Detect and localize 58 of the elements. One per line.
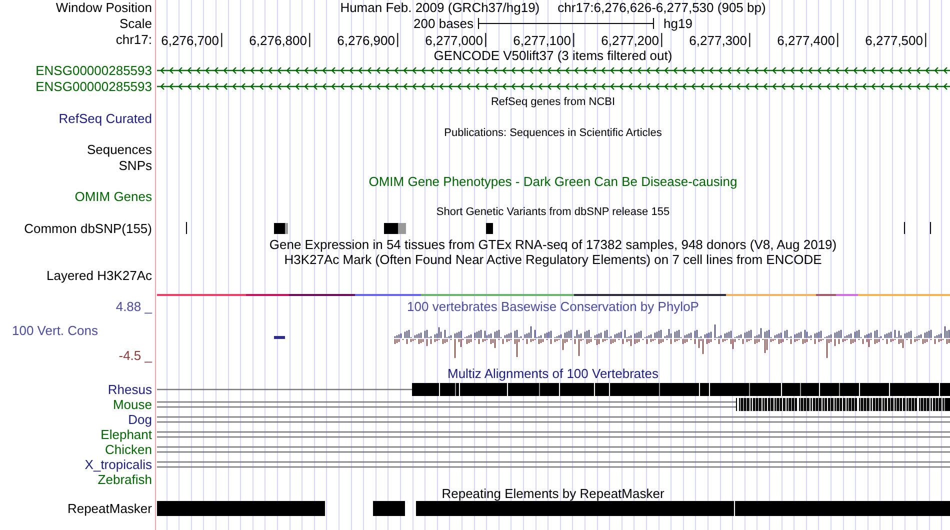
track-label[interactable]: Chicken xyxy=(105,442,152,456)
ruler-label: 6,277,400 xyxy=(777,32,835,48)
track-title: OMIM Gene Phenotypes - Dark Green Can Be Disease-causing xyxy=(368,174,738,189)
track-label[interactable]: Layered H3K27Ac xyxy=(46,268,152,283)
track-label[interactable]: Scale xyxy=(119,16,152,32)
tick-mark xyxy=(661,33,662,47)
track-label[interactable]: Window Position xyxy=(56,0,152,16)
gene-drawing[interactable] xyxy=(156,83,950,90)
track-label[interactable]: OMIM Genes xyxy=(74,189,152,204)
axis-min: -4.5 _ xyxy=(118,348,152,363)
track-label[interactable]: ENSG00000285593 xyxy=(36,79,152,94)
track-label[interactable]: Elephant xyxy=(100,426,152,442)
track-title: Gene Expression in 54 tissues from GTEx RNA-seq of 17382 samples, 948 donors (V8, Aug 2019) xyxy=(269,236,837,252)
track-title: Publications: Sequences in Scientific Articles xyxy=(444,126,662,142)
track-label[interactable]: Mouse xyxy=(112,396,152,412)
tick-mark xyxy=(309,33,310,47)
assembly-title: Human Feb. 2009 (GRCh37/hg19) xyxy=(340,0,540,16)
ruler-label: 6,277,100 xyxy=(513,32,571,48)
track-title: RefSeq genes from NCBI xyxy=(490,94,616,110)
track-title: GENCODE V50lift37 (3 items filtered out) xyxy=(434,48,672,63)
axis-max: 4.88 _ xyxy=(114,298,152,314)
tick-mark xyxy=(925,33,926,47)
ruler-label: 6,277,000 xyxy=(425,32,483,48)
ruler-label: 6,276,700 xyxy=(161,32,219,48)
track-title: Repeating Elements by RepeatMasker xyxy=(442,486,664,501)
scale-text: 200 bases xyxy=(414,16,474,32)
track-title: Multiz Alignments of 100 Vertebrates xyxy=(447,366,658,382)
ruler-label: 6,276,900 xyxy=(337,32,395,48)
ruler-label: 6,277,200 xyxy=(601,32,659,48)
track-label[interactable]: chr17: xyxy=(116,32,152,47)
track-label[interactable]: Dog xyxy=(128,412,152,426)
repeat-drawing[interactable] xyxy=(156,500,950,516)
track-label[interactable]: 100 Vert. Cons xyxy=(0,322,152,338)
position-text: chr17:6,276,626-6,277,530 (905 bp) xyxy=(558,0,766,16)
track-label[interactable]: RepeatMasker xyxy=(67,500,152,516)
track-label[interactable]: ENSG00000285593 xyxy=(36,63,152,78)
tick-mark xyxy=(397,33,398,47)
variant-drawing[interactable] xyxy=(186,222,930,234)
track-title: Short Genetic Variants from dbSNP release 155 xyxy=(436,205,670,220)
ruler-label: 6,277,300 xyxy=(689,32,747,48)
assembly-label: hg19 xyxy=(664,16,692,32)
track-title: H3K27Ac Mark (Often Found Near Active Regulatory Elements) on 7 cell lines from ENCODE xyxy=(284,252,822,268)
tick-mark xyxy=(221,33,222,47)
tick-mark xyxy=(837,33,838,47)
track-label[interactable]: Common dbSNP(155) xyxy=(24,220,152,236)
track-label[interactable]: X_tropicalis xyxy=(84,456,152,472)
ruler-label: 6,277,500 xyxy=(865,32,923,48)
tick-mark xyxy=(485,33,486,47)
tick-mark xyxy=(749,33,750,47)
track-label[interactable]: Sequences xyxy=(86,142,152,158)
tick-mark xyxy=(573,33,574,47)
track-label[interactable]: Zebrafish xyxy=(98,472,152,486)
track-label[interactable]: Rhesus xyxy=(108,382,152,396)
gene-drawing[interactable] xyxy=(156,67,950,74)
track-label[interactable]: SNPs xyxy=(118,158,152,173)
ruler-label: 6,276,800 xyxy=(249,32,307,48)
track-label[interactable]: RefSeq Curated xyxy=(58,110,152,126)
track-title: 100 vertebrates Basewise Conservation by PhyloP xyxy=(407,298,699,314)
